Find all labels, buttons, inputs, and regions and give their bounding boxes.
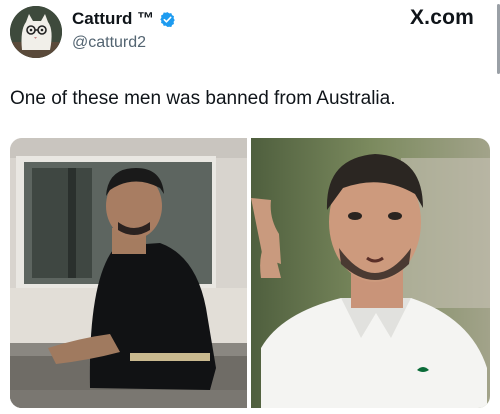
media-photo-right[interactable] <box>251 138 490 408</box>
author-name-row[interactable]: Catturd ™ <box>72 9 176 29</box>
tweet-text: One of these men was banned from Austral… <box>10 88 396 109</box>
verified-check-icon <box>159 11 176 28</box>
media-photo-left[interactable] <box>10 138 247 408</box>
man-on-rooftop-photo <box>10 138 247 408</box>
author-avatar[interactable] <box>10 6 62 58</box>
cat-avatar-image <box>10 6 62 58</box>
author-display-name[interactable]: Catturd ™ <box>72 9 154 29</box>
author-handle[interactable]: @catturd2 <box>72 34 146 52</box>
tennis-player-photo <box>251 138 490 408</box>
x-logo-icon[interactable]: X.com <box>410 6 474 30</box>
tweet-media-grid[interactable] <box>10 138 490 408</box>
